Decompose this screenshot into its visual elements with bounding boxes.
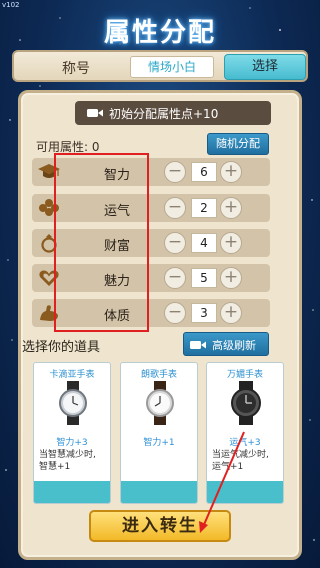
item-description: 当运气减少时, 运气+1: [212, 450, 269, 472]
decrease-button[interactable]: −: [164, 232, 186, 254]
watch-icon: [59, 381, 87, 425]
attribute-value: 6: [191, 162, 217, 182]
increase-button[interactable]: +: [220, 161, 242, 183]
item-card-footer: [207, 481, 283, 503]
item-card[interactable]: 卡滴亚手表 智力+3 当智慧减少时, 智慧+1: [33, 362, 111, 504]
version-label: v102: [2, 1, 20, 9]
video-camera-icon: [190, 341, 206, 349]
select-title-button[interactable]: 选择: [224, 54, 306, 80]
video-camera-icon: [87, 109, 103, 117]
increase-button[interactable]: +: [220, 197, 242, 219]
item-bonus: 运气+3: [229, 438, 261, 448]
initial-points-label: 初始分配属性点+10: [109, 107, 219, 121]
item-card-footer: [121, 481, 197, 503]
watch-icon: [146, 381, 174, 425]
increase-button[interactable]: +: [220, 232, 242, 254]
decrease-button[interactable]: −: [164, 161, 186, 183]
attribute-value: 2: [191, 198, 217, 218]
initial-points-ad-button[interactable]: 初始分配属性点+10: [75, 101, 271, 125]
title-value-field: 情场小白: [130, 56, 214, 78]
random-allocate-button[interactable]: 随机分配: [207, 133, 269, 155]
item-description: 当智慧减少时, 智慧+1: [39, 450, 96, 472]
item-bonus: 智力+1: [143, 438, 175, 448]
attribute-value: 4: [191, 233, 217, 253]
page-title: 属性分配: [103, 18, 216, 48]
watch-icon: [231, 381, 261, 425]
attribute-value: 5: [191, 268, 217, 288]
advanced-refresh-label: 高级刷新: [212, 339, 256, 352]
decrease-button[interactable]: −: [164, 302, 186, 324]
increase-button[interactable]: +: [220, 302, 242, 324]
title-label: 称号: [62, 61, 90, 77]
enter-reincarnation-button[interactable]: 进入转生: [89, 510, 231, 542]
item-bonus: 智力+3: [56, 438, 88, 448]
item-card-footer: [34, 481, 110, 503]
item-card[interactable]: 朗歌手表 智力+1: [120, 362, 198, 504]
attribute-highlight-box: [54, 153, 149, 332]
item-card[interactable]: 万媚手表 运气+3 当运气减少时, 运气+1: [206, 362, 284, 504]
title-bar: 称号 情场小白 选择: [12, 50, 308, 82]
increase-button[interactable]: +: [220, 267, 242, 289]
item-name: 万媚手表: [226, 370, 263, 380]
items-section-label: 选择你的道具: [22, 340, 101, 355]
advanced-refresh-button[interactable]: 高级刷新: [183, 332, 269, 356]
item-name: 朗歌手表: [140, 370, 177, 380]
decrease-button[interactable]: −: [164, 267, 186, 289]
decrease-button[interactable]: −: [164, 197, 186, 219]
attribute-value: 3: [191, 303, 217, 323]
item-name: 卡滴亚手表: [49, 370, 95, 380]
